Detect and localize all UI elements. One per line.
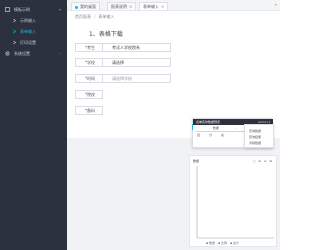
chevron-right-icon — [13, 18, 17, 23]
more-tabs-icon[interactable]: » — [275, 2, 277, 7]
sidebar-item-print-settings[interactable]: 打印设置 — [0, 37, 67, 48]
tab-bar: 我的桌面 报表说明 × 表单输入 × » — [67, 0, 280, 11]
popup-title: 表单实时数据预览 — [196, 120, 221, 124]
tab-report-notes[interactable]: 报表说明 × — [107, 2, 137, 10]
tab-my-desktop[interactable]: 我的桌面 — [71, 2, 100, 10]
breadcrumb-separator: / — [94, 14, 96, 19]
field-label-time: *时间 — [75, 74, 103, 83]
popup-row-label: 自 — [197, 133, 201, 137]
close-icon[interactable]: × — [161, 4, 164, 9]
chart-card: 数据 □ ⊞ ⊟ ⊠ ▪ 数量 ▪ 比例 ▪ 总计 — [189, 155, 277, 247]
chevron-right-icon — [13, 29, 17, 34]
field-label-school: *学校 — [75, 58, 103, 67]
grid-icon — [5, 7, 10, 12]
form-title: 1、表格下载 — [89, 31, 123, 38]
time-field[interactable]: 请选择学校 — [103, 74, 171, 83]
chart-legend: ▪ 数量 ▪ 比例 ▪ 总计 — [206, 241, 242, 245]
dropdown-item[interactable]: 清除数据 — [249, 141, 261, 145]
breadcrumb-home[interactable]: 首页报表 — [75, 14, 91, 19]
examinee-field[interactable]: 考试人学校院系 — [103, 43, 171, 52]
sidebar-item-label: 模板示例 — [14, 7, 30, 12]
active-indicator — [192, 124, 193, 130]
tab-form-input[interactable]: 表单输入 × — [139, 2, 169, 10]
sidebar-item-templates[interactable]: 模板示例 ▾ — [0, 4, 67, 15]
sidebar-item-sample-input[interactable]: 示例输入 — [0, 15, 67, 26]
legend-item[interactable]: ▪ 数量 — [206, 241, 215, 245]
tab-label: 报表说明 — [111, 4, 127, 9]
tab-label: 表单输入 — [143, 4, 159, 9]
sidebar: 模板示例 ▾ 示例输入 表单输入 打印设置 系统设置 › — [0, 0, 67, 250]
home-icon — [75, 5, 78, 9]
close-icon[interactable]: × — [129, 4, 132, 9]
app-window: 模板示例 ▾ 示例输入 表单输入 打印设置 系统设置 › 我的桌面 报表说明× — [0, 0, 280, 250]
sidebar-item-label: 示例输入 — [20, 18, 36, 23]
chart-axes — [196, 166, 274, 239]
breadcrumb-current: 表单输入 — [98, 14, 115, 19]
field-label-examinee: *考生 — [75, 43, 103, 52]
tab-label: 我的桌面 — [80, 4, 96, 9]
dropdown-item[interactable]: 查询结果 — [249, 135, 261, 139]
field-label-institution: *院校 — [75, 90, 103, 99]
chevron-right-icon — [13, 40, 17, 45]
sidebar-item-label: 打印设置 — [20, 40, 36, 45]
sidebar-item-label: 表单输入 — [20, 29, 36, 34]
sidebar-item-form-input[interactable]: 表单输入 — [0, 26, 67, 37]
popup-row-label: 总 — [221, 133, 225, 137]
gear-icon — [5, 51, 10, 56]
school-field[interactable]: 请选择 — [103, 58, 171, 67]
popup-row-label: 分 — [209, 133, 213, 137]
sidebar-item-system-settings[interactable]: 系统设置 › — [0, 48, 67, 59]
divider — [196, 131, 246, 132]
legend-item[interactable]: ▪ 比例 — [218, 241, 227, 245]
chevron-right-icon: › — [59, 51, 61, 56]
chevron-down-icon: ▾ — [58, 7, 61, 12]
field-label-materials: *备料 — [75, 106, 103, 115]
breadcrumb: 首页报表 / 表单输入 — [75, 14, 114, 20]
popup-column-label: ·· — [235, 126, 237, 130]
dropdown-menu: 查询数据 查询结果 清除数据 — [244, 124, 274, 148]
dropdown-item[interactable]: 查询数据 — [249, 129, 261, 133]
popup-column-label: · 数据 — [211, 126, 219, 130]
legend-item[interactable]: ▪ 总计 — [230, 241, 239, 245]
sidebar-item-label: 系统设置 — [14, 51, 30, 56]
